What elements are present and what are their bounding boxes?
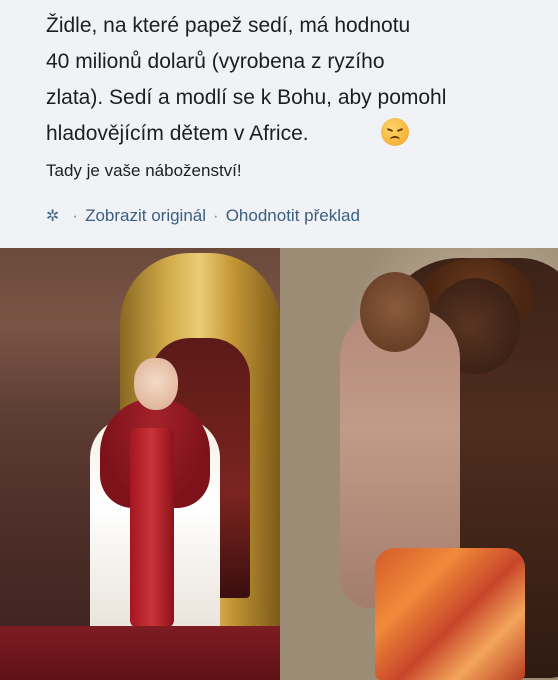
post-line-1: Židle, na které papež sedí, má hodnotu — [46, 14, 411, 37]
gear-icon: ✲ — [46, 208, 60, 225]
photo-starving-children[interactable] — [280, 248, 558, 680]
post-line-4: hladovějícím dětem v Africe. — [46, 116, 558, 152]
post-line-4-text: hladovějícím dětem v Africe. — [46, 122, 309, 145]
post-subline: Tady je vaše náboženství! — [46, 161, 242, 180]
post-line-2: 40 milionů dolarů (vyrobena z ryzího — [46, 50, 385, 73]
rate-translation-link[interactable]: Ohodnotit překlad — [226, 206, 360, 226]
sad-face-emoji-icon — [380, 118, 409, 146]
translation-actions: ✲ · Zobrazit originál · Ohodnotit překla… — [46, 206, 360, 226]
show-original-link[interactable]: Zobrazit originál — [85, 206, 206, 226]
post-body: Židle, na které papež sedí, má hodnotu 4… — [36, 0, 558, 186]
post-line-3: zlata). Sedí a modlí se k Bohu, aby pomo… — [46, 86, 447, 109]
orange-cloth — [375, 548, 525, 680]
post-text-area: Židle, na které papež sedí, má hodnotu 4… — [0, 0, 558, 248]
photo-pope-on-throne[interactable] — [0, 248, 280, 680]
pope-face — [134, 358, 178, 410]
younger-child-head — [360, 272, 430, 352]
red-stole — [130, 428, 174, 628]
separator-dot-2: · — [213, 206, 219, 225]
red-carpet — [0, 626, 280, 680]
separator-dot-1: · — [72, 206, 79, 225]
